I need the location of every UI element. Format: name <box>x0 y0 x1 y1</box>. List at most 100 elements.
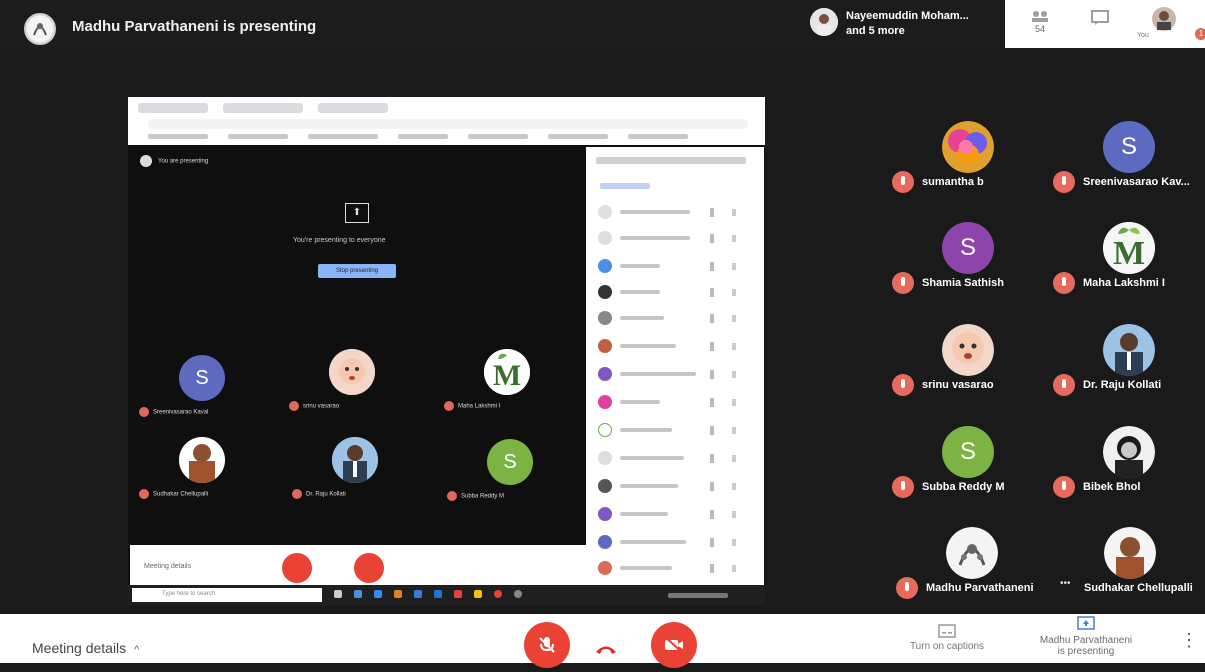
participant-tile[interactable]: S Sreenivasarao Kav... <box>1053 121 1203 221</box>
present-screen-icon <box>1077 616 1095 630</box>
mini-avatar <box>179 437 225 483</box>
bookmark-item <box>548 134 608 139</box>
notification-badge: 1 <box>1195 28 1205 40</box>
participant-name: Sudhakar Chellupalli <box>1084 582 1193 594</box>
participant-avatar: S <box>942 426 994 478</box>
camera-off-icon <box>664 636 684 654</box>
camera-toggle-button[interactable] <box>651 622 697 668</box>
windows-taskbar: Type here to search <box>128 585 765 605</box>
taskbar-icon <box>474 590 482 598</box>
panel-row <box>598 507 758 523</box>
present-upload-icon: ⬆ <box>345 203 369 223</box>
participant-tile[interactable]: srinu vasarao <box>892 324 1042 424</box>
taskbar-icon <box>454 590 462 598</box>
participant-tile[interactable]: Dr. Raju Kollati <box>1053 324 1203 424</box>
taskbar-icon <box>514 590 522 598</box>
mini-avatar <box>332 437 378 483</box>
mini-name: srinu vasarao <box>303 403 340 410</box>
mini-participant-tile: srinu vasarao <box>283 349 413 419</box>
mic-off-icon <box>289 401 299 411</box>
more-options-button[interactable]: ⋮ <box>1180 630 1198 650</box>
inner-presenting-note: You are presenting <box>140 155 208 167</box>
browser-chrome <box>128 97 765 145</box>
participant-avatar: S <box>942 222 994 274</box>
participant-avatar <box>1104 527 1156 579</box>
taskbar-icon <box>334 590 342 598</box>
presenting-button[interactable]: Madhu Parvathaneni is presenting <box>1024 616 1148 664</box>
taskbar-icon <box>374 590 382 598</box>
participant-tile[interactable]: S Subba Reddy M <box>892 426 1042 526</box>
participant-tile[interactable]: Sudhakar Chellupalli <box>1054 527 1204 627</box>
panel-row <box>598 339 758 355</box>
panel-row <box>598 231 758 247</box>
top-right-controls: 54 You 1 <box>1005 0 1205 48</box>
hang-up-button[interactable] <box>594 638 618 661</box>
participant-tile[interactable]: Bibek Bhol <box>1053 426 1203 526</box>
panel-row <box>598 535 758 551</box>
bookmark-item <box>468 134 528 139</box>
inner-avatar <box>140 155 152 167</box>
inner-people-panel <box>586 147 764 587</box>
mic-off-icon <box>896 577 918 599</box>
bookmark-item <box>398 134 448 139</box>
mini-avatar <box>329 349 375 395</box>
panel-row <box>598 285 758 301</box>
meeting-details-label: Meeting details <box>32 640 127 656</box>
participant-tile[interactable]: M Maha Lakshmi I <box>1053 222 1203 322</box>
taskbar-icon <box>354 590 362 598</box>
participant-tile[interactable]: Madhu Parvathaneni <box>896 527 1046 627</box>
panel-row <box>598 395 758 411</box>
people-icon <box>1032 11 1048 22</box>
self-label: You <box>1137 32 1149 39</box>
mini-avatar: S <box>179 355 225 401</box>
participant-tile[interactable]: sumantha b <box>892 121 1042 221</box>
participant-avatar <box>1103 426 1155 478</box>
presenting-label-line2: is presenting <box>1057 646 1115 657</box>
participant-tile[interactable]: S Shamia Sathish <box>892 222 1042 322</box>
participant-avatar <box>942 324 994 376</box>
meeting-details-button[interactable]: Meeting details ^ <box>32 640 139 656</box>
chevron-up-icon: ^ <box>134 644 140 656</box>
presenter-avatar <box>24 13 56 45</box>
bookmark-item <box>228 134 288 139</box>
participant-name: Madhu Parvathaneni <box>926 582 1034 594</box>
browser-tab <box>138 103 208 113</box>
browser-tab <box>223 103 303 113</box>
panel-tab <box>600 183 650 189</box>
inner-camera-button <box>354 553 384 583</box>
participant-name: Subba Reddy M <box>922 481 1005 493</box>
participant-name: srinu vasarao <box>922 379 994 391</box>
participant-name: Sreenivasarao Kav... <box>1083 176 1190 188</box>
participants-summary[interactable]: Nayeemuddin Moham... and 5 more <box>810 8 1000 40</box>
captions-button[interactable]: Turn on captions <box>902 624 992 664</box>
mic-off-icon <box>1053 272 1075 294</box>
taskbar-search: Type here to search <box>132 588 322 602</box>
inner-stop-presenting-button: Stop presenting <box>318 264 396 278</box>
taskbar-icon <box>494 590 502 598</box>
panel-row <box>598 451 758 467</box>
presenting-title: Madhu Parvathaneni is presenting <box>72 18 317 35</box>
participants-summary-line2: and 5 more <box>846 25 905 37</box>
self-avatar-button[interactable]: You <box>1137 6 1177 39</box>
address-bar <box>148 119 748 129</box>
mic-off-icon <box>1053 171 1075 193</box>
mini-name: Maha Lakshmi I <box>458 403 501 410</box>
mini-avatar: S <box>487 439 533 485</box>
mini-participant-tile: S Subba Reddy M <box>441 439 571 509</box>
mic-off-icon <box>139 407 149 417</box>
bookmark-item <box>628 134 688 139</box>
mic-toggle-button[interactable] <box>524 622 570 668</box>
mic-off-icon <box>1053 476 1075 498</box>
svg-text:M: M <box>1113 235 1145 272</box>
chat-icon <box>1091 10 1109 25</box>
mini-name: Dr. Raju Kollati <box>306 491 346 498</box>
chat-button[interactable] <box>1087 10 1113 34</box>
taskbar-icon <box>394 590 402 598</box>
browser-tab <box>318 103 388 113</box>
people-button[interactable]: 54 <box>1027 10 1053 34</box>
taskbar-icon <box>414 590 422 598</box>
avatar <box>1152 7 1176 31</box>
people-count: 54 <box>1034 24 1045 34</box>
mini-participant-tile: Dr. Raju Kollati <box>286 437 416 507</box>
panel-row <box>598 311 758 327</box>
